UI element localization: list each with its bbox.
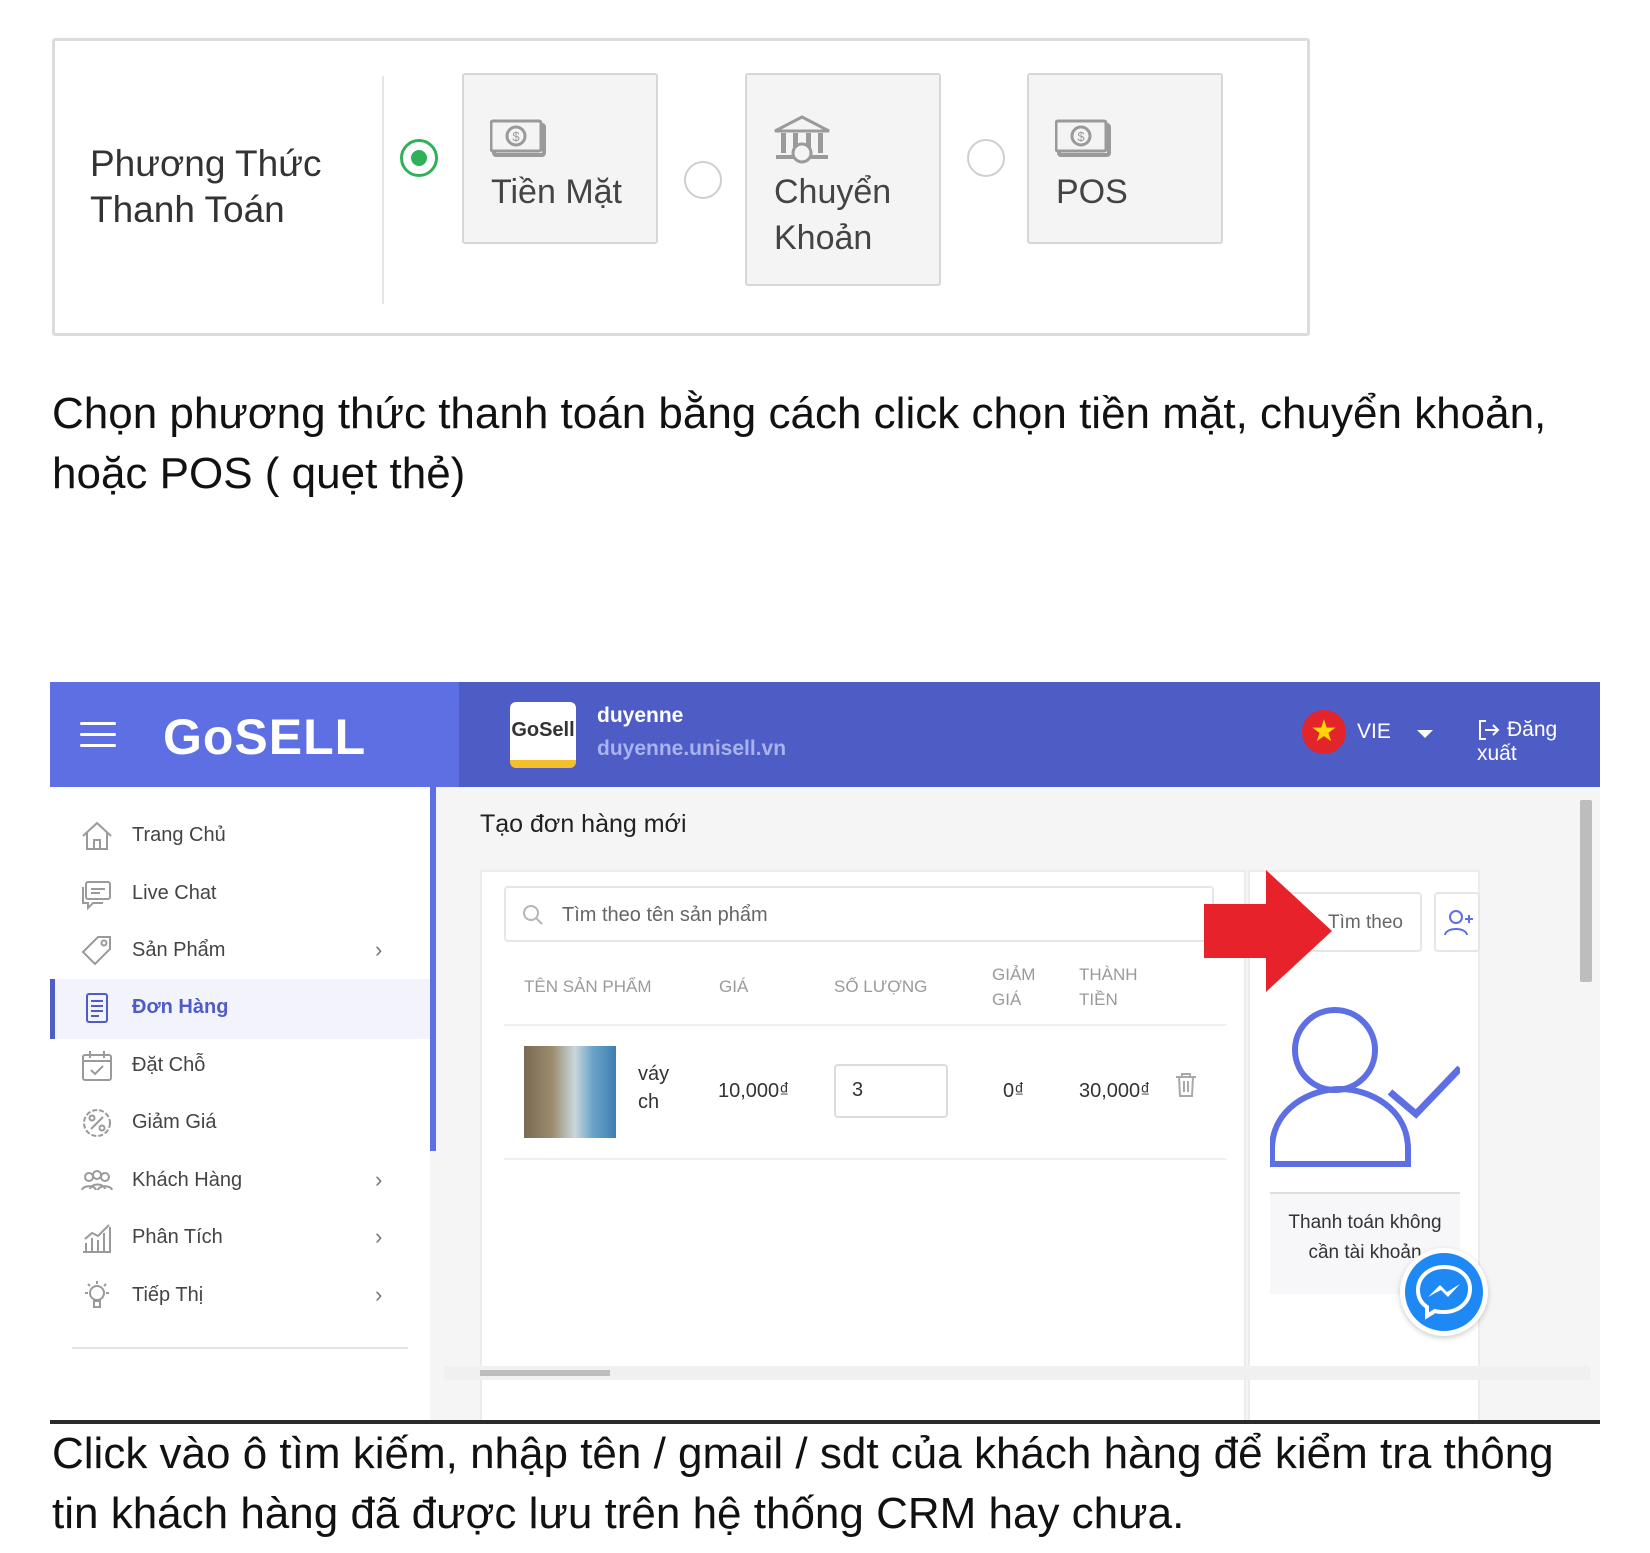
topbar-brand: GoSELL	[50, 682, 459, 787]
sidebar-item-live-chat[interactable]: Live Chat	[50, 865, 430, 925]
discount-icon	[83, 1109, 111, 1137]
analytics-icon	[83, 1224, 111, 1253]
payment-option-label: Chuyển Khoản	[774, 173, 892, 257]
messenger-button[interactable]	[1400, 1248, 1488, 1336]
sidebar-scrollbar[interactable]	[430, 787, 436, 1151]
cash-icon: $	[490, 119, 546, 157]
order-card: TÊN SẢN PHẨM GIÁ SỐ LƯỢNG GIẢM GIÁ THÀNH…	[480, 870, 1246, 1424]
product-thumbnail	[524, 1046, 616, 1138]
add-customer-button[interactable]	[1434, 892, 1480, 952]
order-icon	[86, 993, 108, 1023]
trash-icon[interactable]	[1174, 1072, 1198, 1098]
main-scrollbar[interactable]	[1580, 800, 1592, 982]
payment-option-label: Tiền Mặt	[491, 173, 623, 211]
sidebar: Trang Chủ Live Chat Sản Phẩm › Đơn Hàng …	[50, 787, 430, 1424]
horizontal-scrollbar[interactable]	[480, 1370, 610, 1376]
radio-pos[interactable]	[967, 139, 1005, 177]
payment-method-panel: Phương Thức Thanh Toán $ Tiền Mặt Chuyển…	[52, 38, 1310, 336]
column-header-qty: SỐ LƯỢNG	[834, 977, 928, 996]
quantity-input[interactable]: 3	[834, 1064, 948, 1118]
app-window: GoSELL GoSell duyenne duyenne.unisell.vn…	[50, 682, 1600, 1424]
chevron-right-icon: ›	[375, 937, 383, 962]
messenger-icon	[1415, 1264, 1473, 1320]
shop-logo: GoSell	[510, 702, 576, 768]
shop-url[interactable]: duyenne.unisell.vn	[597, 737, 786, 761]
sidebar-item-marketing[interactable]: Tiếp Thị ›	[50, 1267, 430, 1327]
chevron-right-icon: ›	[375, 1282, 383, 1307]
product-discount: 0₫	[1003, 1080, 1025, 1102]
page-title: Tạo đơn hàng mới	[480, 810, 687, 838]
horizontal-scrollbar-track	[444, 1366, 1590, 1380]
product-search	[504, 886, 1214, 942]
chat-icon	[82, 881, 111, 911]
add-user-icon	[1444, 910, 1473, 936]
caption-top: Chọn phương thức thanh toán bằng cách cl…	[52, 389, 1547, 498]
product-search-input[interactable]	[562, 900, 1182, 930]
pos-icon: $	[1055, 119, 1111, 157]
payment-option-transfer[interactable]: Chuyển Khoản	[745, 73, 941, 286]
red-arrow-icon	[1204, 870, 1332, 992]
search-icon	[523, 905, 543, 925]
logout-button[interactable]: Đăng xuất	[1477, 718, 1600, 766]
product-price: 10,000₫	[718, 1080, 790, 1102]
product-name: váy ch	[638, 1063, 670, 1113]
language-selector[interactable]: VIE	[1357, 720, 1391, 744]
divider	[504, 1024, 1226, 1026]
home-icon	[82, 821, 112, 850]
radio-cash[interactable]	[400, 139, 438, 177]
vietnam-flag-icon[interactable]: ★	[1302, 710, 1346, 754]
sidebar-item-orders[interactable]: Đơn Hàng	[50, 979, 430, 1039]
radio-transfer[interactable]	[684, 161, 722, 199]
chevron-right-icon: ›	[375, 1224, 383, 1249]
caption-bottom: Click vào ô tìm kiếm, nhập tên / gmail /…	[52, 1429, 1554, 1538]
column-header-name: TÊN SẢN PHẨM	[524, 977, 652, 996]
customers-icon	[81, 1170, 113, 1191]
column-header-total: THÀNH TIỀN	[1079, 965, 1138, 1009]
calendar-icon	[82, 1051, 112, 1081]
product-total: 30,000₫	[1079, 1080, 1151, 1102]
payment-option-cash[interactable]: $ Tiền Mặt	[462, 73, 658, 244]
menu-icon[interactable]	[80, 722, 116, 748]
sidebar-item-analytics[interactable]: Phân Tích ›	[50, 1209, 430, 1269]
sidebar-item-products[interactable]: Sản Phẩm ›	[50, 922, 430, 982]
payment-option-pos[interactable]: $ POS	[1027, 73, 1223, 244]
column-header-discount: GIẢM GIÁ	[992, 965, 1036, 1009]
chevron-down-icon[interactable]	[1417, 730, 1433, 738]
shop-name: duyenne	[597, 704, 684, 727]
svg-text:$: $	[1077, 129, 1085, 144]
chevron-right-icon: ›	[375, 1167, 383, 1192]
logout-icon	[1479, 720, 1500, 740]
divider	[504, 1158, 1226, 1160]
payment-method-title: Phương Thức Thanh Toán	[90, 143, 322, 230]
topbar: GoSell duyenne duyenne.unisell.vn ★ VIE …	[459, 682, 1600, 787]
sidebar-item-customers[interactable]: Khách Hàng ›	[50, 1152, 430, 1212]
guest-checkout-option[interactable]: Thanh toán không cần tài khoản	[1269, 964, 1463, 1294]
bank-icon	[774, 115, 830, 164]
marketing-icon	[85, 1281, 109, 1308]
guest-user-icon	[1269, 964, 1463, 1194]
column-header-price: GIÁ	[719, 977, 749, 996]
sidebar-item-booking[interactable]: Đặt Chỗ	[50, 1037, 430, 1097]
customer-search-input[interactable]	[1328, 908, 1418, 938]
sidebar-divider	[72, 1347, 408, 1349]
payment-option-label: POS	[1056, 173, 1128, 211]
sidebar-item-discount[interactable]: Giảm Giá	[50, 1094, 430, 1154]
app-logo[interactable]: GoSELL	[163, 708, 366, 766]
user-check-icon	[1269, 1007, 1463, 1167]
divider	[382, 76, 384, 304]
sidebar-item-home[interactable]: Trang Chủ	[50, 807, 430, 867]
svg-text:$: $	[512, 129, 520, 144]
tag-icon	[81, 936, 111, 966]
